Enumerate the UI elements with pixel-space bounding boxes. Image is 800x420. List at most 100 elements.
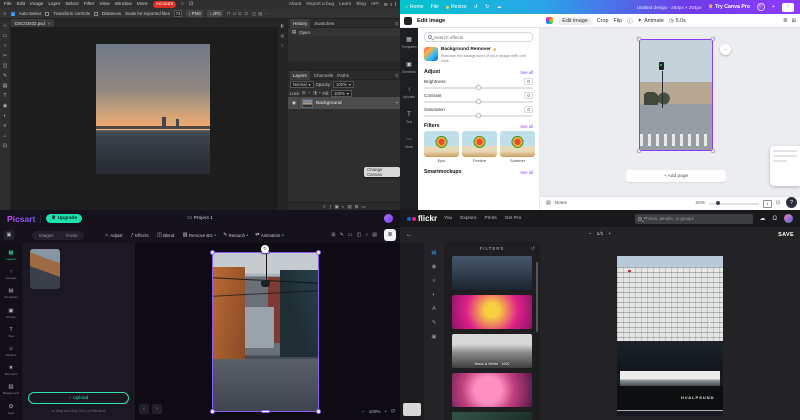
zoom-knob[interactable] — [716, 201, 720, 205]
share-button[interactable]: ↑ — [782, 3, 794, 12]
edit-tool-button[interactable]: ◫ Blend — [157, 233, 176, 238]
save-button[interactable]: SAVE — [778, 232, 794, 238]
edit-tool-button[interactable]: ⇄ Animation ● — [255, 233, 283, 238]
align-icon[interactable]: ⊔ — [233, 11, 237, 17]
layer-action-icon[interactable]: ◐ — [342, 204, 345, 209]
uploaded-image-thumbnail[interactable] — [30, 249, 60, 289]
toolbar-icon[interactable]: ⊞ — [791, 18, 796, 24]
search-effects-box[interactable] — [424, 32, 533, 42]
street-photo-selected[interactable] — [640, 40, 712, 150]
filter-option[interactable]: Festive — [462, 131, 497, 163]
flickr-logo[interactable]: flickr — [407, 214, 437, 223]
panel-tab[interactable]: Images — [33, 232, 59, 239]
menu-item[interactable]: Edit — [17, 2, 25, 7]
flip-button[interactable]: Flip — [613, 18, 622, 24]
transform-controls-checkbox[interactable] — [45, 12, 49, 16]
menu-item[interactable]: View — [99, 2, 109, 7]
resize-handle[interactable] — [210, 250, 215, 255]
editor-tool-icon[interactable]: ✎ — [432, 320, 437, 326]
filter-option[interactable]: Black & White 1920 — [452, 334, 532, 368]
layer-visibility-toggle[interactable]: ◉ — [290, 98, 299, 108]
menu-item[interactable]: Window — [115, 2, 132, 7]
rail-item[interactable]: ▣ Photos — [0, 304, 22, 323]
scrollbar[interactable] — [536, 262, 538, 332]
canvas-tool-icon[interactable]: ◫ — [357, 232, 362, 238]
redo-icon[interactable]: ↻ — [485, 4, 489, 10]
option-icon[interactable]: ◫ — [252, 11, 256, 17]
distances-checkbox[interactable] — [94, 12, 98, 16]
crop-button[interactable]: Crop — [597, 18, 609, 24]
change-canvas-button[interactable]: Change Canvas — [364, 167, 400, 177]
rail-item[interactable]: ⋯ More — [400, 130, 418, 155]
search-icon[interactable]: ○ — [181, 2, 184, 7]
edit-tool-button[interactable]: ƒ Effects — [131, 233, 150, 238]
upload-cloud-icon[interactable]: ☁ — [760, 215, 766, 222]
nav-item[interactable]: Explore — [460, 216, 476, 221]
canvas-tool-icon[interactable]: ▭ — [348, 232, 353, 238]
collapsed-panel-icon[interactable]: ◧ — [281, 23, 285, 28]
menu-item[interactable]: Select — [65, 2, 78, 7]
filter-option[interactable]: Epic — [424, 131, 459, 163]
tool-icon[interactable]: ⌂ — [3, 133, 6, 139]
rail-item[interactable]: ⚙ Apps — [0, 400, 22, 419]
duration-button[interactable]: ◷ 5.0s — [669, 18, 686, 24]
rail-item[interactable]: ☺ Stickers — [0, 342, 22, 361]
menu-item[interactable]: Filter — [84, 2, 95, 7]
home-button[interactable]: ‹ Home — [406, 4, 424, 10]
history-entry[interactable]: ▤ Open — [288, 28, 400, 36]
resize-handle[interactable] — [637, 149, 641, 153]
editor-tool-icon[interactable]: ▣ — [431, 334, 436, 340]
panel-tab[interactable]: Fonts — [60, 232, 83, 239]
editor-tool-icon[interactable]: ▤ — [431, 250, 436, 256]
close-icon[interactable]: × — [48, 21, 51, 26]
lock-icon[interactable]: ◨ — [313, 90, 317, 96]
panel-menu-icon[interactable]: ≡ — [395, 73, 398, 78]
upload-button[interactable]: ↑ Upload — [28, 392, 129, 404]
resize-handle[interactable] — [711, 149, 715, 153]
account-badge[interactable]: Account — [153, 1, 176, 8]
tool-icon[interactable]: ≡ — [4, 123, 7, 129]
fit-screen-icon[interactable]: ⊡ — [391, 408, 395, 414]
layer-action-icon[interactable]: ⊂ — [323, 204, 327, 210]
edit-tool-button[interactable]: ▧ Remove BG ● — [183, 233, 216, 238]
social-icon[interactable]: t — [390, 2, 391, 8]
tool-icon[interactable]: ⊹ — [3, 23, 7, 29]
edit-tool-button[interactable]: ☼ Adjust — [104, 233, 124, 238]
rail-item[interactable]: T Text — [0, 323, 22, 342]
menubar-link[interactable]: Report a bug — [306, 2, 334, 7]
undo-icon[interactable]: ↺ — [474, 4, 478, 10]
rail-item[interactable]: ▦ Layout — [0, 246, 22, 265]
zoom-in-icon[interactable]: + — [384, 409, 387, 414]
rail-item[interactable]: ▤ Templates — [0, 284, 22, 303]
add-member-button[interactable]: + — [772, 4, 775, 10]
tool-icon[interactable]: ▭ — [3, 33, 8, 39]
social-icon[interactable]: ✉ — [384, 2, 388, 8]
collapsed-panel-icon[interactable]: ▤ — [281, 33, 285, 38]
upgrade-button[interactable]: ♕ Upgrade — [46, 214, 82, 223]
canvas-tool-icon[interactable]: ▤ — [372, 232, 377, 238]
tool-icon[interactable]: ◫ — [3, 63, 8, 69]
project-title[interactable]: ▭ Project 1 — [187, 216, 212, 221]
back-arrow-icon[interactable]: ← — [406, 232, 412, 238]
page-grid-button[interactable]: 1 — [763, 200, 772, 208]
slider-knob[interactable] — [476, 85, 481, 90]
filter-option[interactable] — [452, 295, 532, 329]
original-thumbnail[interactable] — [403, 403, 421, 416]
background-remover-card[interactable]: Background Remover ♕ Remove the backgrou… — [424, 47, 533, 63]
tab-layers[interactable]: Layers — [290, 71, 310, 80]
notes-button[interactable]: Notes — [555, 201, 568, 206]
layer-action-icon[interactable]: ▭ — [361, 204, 365, 210]
zoom-value[interactable]: 100% — [369, 409, 381, 414]
search-box[interactable] — [635, 214, 753, 224]
slider-track[interactable] — [424, 115, 533, 117]
tool-icon[interactable]: ◐ — [3, 113, 6, 119]
slider-value[interactable]: 0 — [524, 78, 533, 85]
zoom-in-icon[interactable]: + — [608, 232, 611, 237]
rail-item[interactable]: ▨ Background — [0, 380, 22, 399]
slider-value[interactable]: 0 — [524, 106, 533, 113]
export-png-button[interactable]: ↓ PNG — [186, 10, 203, 17]
menubar-link[interactable]: About — [289, 2, 302, 7]
editor-tool-icon[interactable]: A — [432, 306, 436, 312]
tab-history[interactable]: History — [290, 19, 310, 28]
info-icon[interactable]: ⓘ — [627, 17, 632, 25]
